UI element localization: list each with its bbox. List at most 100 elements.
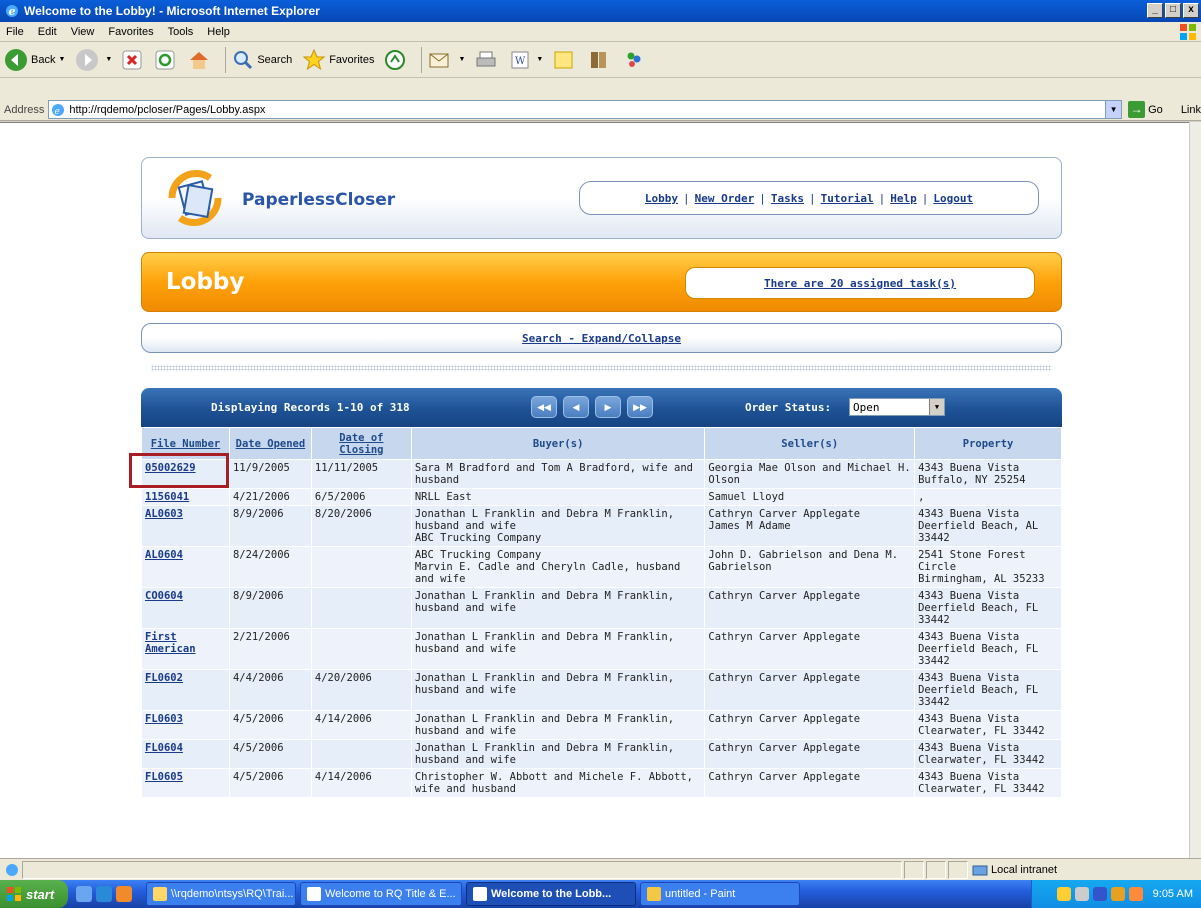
file-number-link[interactable]: First American [145, 631, 196, 655]
home-button[interactable] [186, 45, 215, 75]
search-expand-collapse-link[interactable]: Search - Expand/Collapse [522, 332, 681, 345]
assigned-tasks-link[interactable]: There are 20 assigned task(s) [764, 277, 956, 290]
nav-new-order[interactable]: New Order [695, 192, 755, 205]
toolbar-spacer [0, 78, 1201, 99]
messenger-button[interactable] [621, 45, 650, 75]
security-zone-label: Local intranet [991, 863, 1058, 876]
nav-logout[interactable]: Logout [933, 192, 973, 205]
menu-help[interactable]: Help [207, 26, 230, 38]
menu-file[interactable]: File [6, 26, 24, 38]
nav-lobby[interactable]: Lobby [645, 192, 678, 205]
search-button[interactable]: Search [230, 45, 294, 75]
column-header-date-of-closing[interactable]: Date of Closing [310, 427, 412, 460]
menu-edit[interactable]: Edit [38, 26, 57, 38]
taskbar-item-folder[interactable]: \\rqdemo\ntsys\RQ\Trai... [146, 882, 296, 906]
file-number-link[interactable]: FL0605 [145, 771, 183, 783]
cell-property: 4343 Buena Vista Clearwater, FL 33442 [914, 768, 1062, 798]
nav-separator: | [878, 191, 886, 205]
favorites-button[interactable]: Favorites [300, 45, 376, 75]
dotted-divider [151, 365, 1051, 371]
quick-launch [76, 886, 132, 902]
back-dropdown-icon[interactable]: ▼ [58, 56, 65, 63]
file-number-link[interactable]: CO0604 [145, 590, 183, 602]
nav-tutorial[interactable]: Tutorial [821, 192, 874, 205]
back-arrow-icon [5, 48, 27, 71]
research-button[interactable] [586, 45, 615, 75]
clock-app-icon[interactable] [1128, 887, 1143, 901]
taskbar-item-rq-title[interactable]: Welcome to RQ Title & E... [300, 882, 462, 906]
status-segment [904, 860, 924, 879]
research-icon [591, 51, 607, 68]
cell-date-opened: 2/21/2006 [228, 628, 312, 670]
system-tray: 9:05 AM [1031, 880, 1201, 908]
menu-favorites[interactable]: Favorites [108, 26, 153, 38]
address-url: http://rqdemo/pcloser/Pages/Lobby.aspx [69, 103, 266, 116]
cell-sellers: Samuel Lloyd [704, 488, 916, 506]
word-edit-icon: W [511, 51, 529, 68]
quick-launch-media-icon[interactable] [116, 886, 132, 902]
go-button[interactable]: → Go [1128, 101, 1163, 118]
minimize-button[interactable]: _ [1147, 3, 1163, 18]
antivirus-icon[interactable] [1092, 887, 1107, 901]
back-button[interactable]: Back ▼ [2, 45, 67, 75]
previous-page-button[interactable]: ◀ [563, 396, 589, 418]
stop-button[interactable] [120, 45, 147, 75]
taskbar-item-label: untitled - Paint [665, 888, 736, 900]
taskbar-item-lobby[interactable]: Welcome to the Lobb... [466, 882, 636, 906]
refresh-button[interactable] [153, 45, 180, 75]
links-button[interactable]: Link [1181, 104, 1201, 116]
svg-text:e: e [9, 5, 16, 18]
vertical-scrollbar[interactable] [1189, 122, 1201, 858]
mail-button[interactable]: ▼ [426, 45, 467, 75]
maximize-button[interactable]: □ [1165, 3, 1181, 18]
cell-line: 4343 Buena Vista Clearwater, FL 33442 [918, 771, 1045, 795]
last-page-button[interactable]: ▶▶ [627, 396, 653, 418]
cell-line: 8/20/2006 [314, 508, 372, 520]
file-number-link[interactable]: FL0604 [145, 742, 183, 754]
taskbar-item-paint[interactable]: untitled - Paint [640, 882, 800, 906]
cell-sellers: John D. Gabrielson and Dena M. Gabrielso… [704, 546, 916, 588]
chevron-down-icon[interactable]: ▼ [929, 399, 944, 415]
cell-line: 4/4/2006 [232, 672, 284, 684]
refresh-icon [155, 50, 175, 69]
order-status-label: Order Status: [745, 401, 832, 414]
menu-view[interactable]: View [71, 26, 95, 38]
file-number-link[interactable]: AL0603 [145, 508, 183, 520]
file-number-link[interactable]: FL0602 [145, 672, 183, 684]
start-button[interactable]: start [0, 880, 68, 908]
cell-line: 8/9/2006 [232, 508, 284, 520]
cell-file-number: 05002629 [129, 453, 230, 489]
network-icon[interactable] [1110, 887, 1125, 901]
file-number-link[interactable]: AL0604 [145, 549, 183, 561]
tray-app-icon[interactable] [1074, 887, 1089, 901]
cell-buyers: Sara M Bradford and Tom A Bradford, wife… [410, 459, 706, 489]
taskbar-item-label: Welcome to the Lobb... [491, 888, 612, 900]
menu-tools[interactable]: Tools [168, 26, 194, 38]
column-header-date-opened[interactable]: Date Opened [228, 427, 312, 460]
cell-file-number: AL0603 [141, 505, 230, 547]
order-status-select[interactable]: Open ▼ [849, 398, 945, 416]
close-button[interactable]: x [1183, 3, 1199, 18]
window-title-bar[interactable]: e Welcome to the Lobby! - Microsoft Inte… [0, 0, 1201, 22]
file-number-link[interactable]: 1156041 [145, 491, 189, 503]
address-input[interactable]: e http://rqdemo/pcloser/Pages/Lobby.aspx… [48, 100, 1123, 119]
forward-button[interactable]: ▼ [73, 45, 114, 75]
nav-tasks[interactable]: Tasks [771, 192, 804, 205]
next-page-button[interactable]: ▶ [595, 396, 621, 418]
first-page-button[interactable]: ◀◀ [531, 396, 557, 418]
discuss-button[interactable] [551, 45, 580, 75]
security-shield-icon[interactable] [1056, 887, 1071, 901]
edit-button[interactable]: W ▼ [508, 45, 545, 75]
file-number-link[interactable]: FL0603 [145, 713, 183, 725]
mail-dropdown-icon[interactable]: ▼ [458, 56, 465, 63]
nav-help[interactable]: Help [890, 192, 917, 205]
quick-launch-ie-icon[interactable] [96, 886, 112, 902]
table-row: FL0602 4/4/2006 4/20/2006 Jonathan L Frankl… [141, 669, 1062, 711]
address-dropdown-icon[interactable]: ▼ [1105, 101, 1122, 118]
print-button[interactable] [473, 45, 502, 75]
media-button[interactable] [382, 45, 411, 75]
forward-dropdown-icon[interactable]: ▼ [105, 56, 112, 63]
cell-file-number: FL0602 [141, 669, 230, 711]
quick-launch-desktop-icon[interactable] [76, 886, 92, 902]
edit-dropdown-icon[interactable]: ▼ [536, 56, 543, 63]
